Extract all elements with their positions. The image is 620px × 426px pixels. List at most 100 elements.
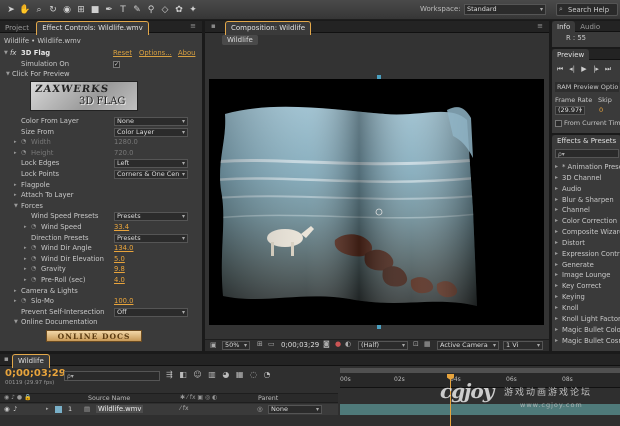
- parent-pickwhip-icon[interactable]: ◎: [257, 405, 263, 413]
- expand-triangle-icon[interactable]: ▼: [6, 69, 10, 80]
- frame-rate-select[interactable]: (29.97): [555, 106, 585, 115]
- stopwatch-icon[interactable]: ◔: [31, 275, 36, 286]
- slo-mo-value[interactable]: 100.0: [114, 296, 133, 307]
- fx-badge-icon[interactable]: fx: [10, 48, 16, 59]
- composition-viewer[interactable]: [209, 75, 544, 329]
- tab-effect-controls[interactable]: Effect Controls: Wildlife.wmv: [36, 21, 149, 35]
- audio-speaker-icon[interactable]: ♪: [13, 405, 17, 413]
- tab-effects-presets[interactable]: Effects & Presets: [552, 135, 620, 148]
- effects-category-item[interactable]: Image Lounge: [552, 270, 620, 281]
- effects-category-item[interactable]: 3D Channel: [552, 173, 620, 184]
- stopwatch-icon[interactable]: ◔: [31, 222, 36, 233]
- safe-margins-icon[interactable]: ⊞: [257, 340, 263, 348]
- camera-select[interactable]: Active Camera: [437, 341, 499, 350]
- comp-timecode[interactable]: 0;00;03;29: [281, 341, 319, 349]
- zaxwerks-logo[interactable]: ZAXWERKS 3D FLAG: [30, 81, 138, 111]
- wind-dir-angle-value[interactable]: 134.0: [114, 243, 133, 254]
- tab-timeline-wildlife[interactable]: Wildlife: [12, 354, 50, 368]
- views-select[interactable]: 1 Vi: [503, 341, 543, 350]
- ram-preview-options[interactable]: RAM Preview Optio: [555, 82, 619, 92]
- expand-triangle-icon[interactable]: ▸: [14, 286, 17, 297]
- region-icon[interactable]: ▭: [268, 340, 275, 348]
- clone-tool-icon[interactable]: ⚲: [145, 3, 157, 17]
- camera-tool-icon[interactable]: ◉: [61, 3, 73, 17]
- stopwatch-icon[interactable]: ◔: [21, 296, 26, 307]
- gravity-value[interactable]: 9.8: [114, 264, 125, 275]
- effects-category-item[interactable]: Generate: [552, 260, 620, 271]
- tab-project[interactable]: Project: [0, 22, 34, 35]
- text-tool-icon[interactable]: T: [117, 3, 129, 17]
- auto-keyframe-icon[interactable]: ◌: [250, 370, 257, 379]
- effects-category-item[interactable]: Composite Wizard: [552, 227, 620, 238]
- viewer-top-handle[interactable]: [377, 75, 381, 79]
- rectangle-tool-icon[interactable]: ■: [89, 3, 101, 17]
- effects-category-item[interactable]: Channel: [552, 205, 620, 216]
- zoom-select[interactable]: 50%: [222, 341, 250, 350]
- effects-category-item[interactable]: Knoll Light Factory: [552, 314, 620, 325]
- comp-lock-icon[interactable]: ▪: [211, 22, 216, 30]
- layer-switches-icon[interactable]: ⁄ fx: [180, 405, 189, 412]
- wind-speed-value[interactable]: 33.4: [114, 222, 129, 233]
- work-area-bar[interactable]: [340, 368, 620, 373]
- expand-triangle-icon[interactable]: ▼: [14, 201, 18, 212]
- expand-triangle-icon[interactable]: ▸: [14, 296, 17, 307]
- expand-triangle-icon[interactable]: ▸: [24, 264, 27, 275]
- prevent-self-intersection-select[interactable]: Off: [114, 307, 188, 317]
- tab-info[interactable]: Info: [552, 21, 576, 34]
- layer-name[interactable]: Wildlife.wmv: [96, 405, 144, 413]
- size-from-select[interactable]: Color Layer: [114, 127, 188, 137]
- camera-lights-row[interactable]: ▸ Camera & Lights: [0, 286, 202, 297]
- effects-category-item[interactable]: Audio: [552, 184, 620, 195]
- pen-tool-icon[interactable]: ✒: [103, 3, 115, 17]
- color-channel-icon[interactable]: ◐: [345, 340, 351, 348]
- flagpole-row[interactable]: ▸ Flagpole: [0, 180, 202, 191]
- expand-triangle-icon[interactable]: ▸: [24, 243, 27, 254]
- layer-label-color[interactable]: [55, 406, 62, 413]
- effects-category-item[interactable]: Key Correct: [552, 281, 620, 292]
- online-docs-button[interactable]: ONLINE DOCS: [46, 330, 142, 342]
- effects-category-item[interactable]: Magic Bullet Cosm: [552, 336, 620, 347]
- motion-blur-icon[interactable]: ◕: [222, 370, 229, 379]
- wind-dir-elevation-value[interactable]: 5.0: [114, 254, 125, 265]
- brainstorm-icon[interactable]: ▦: [236, 370, 244, 379]
- timeline-search-field[interactable]: ρ▾: [64, 371, 160, 381]
- effects-category-item[interactable]: Keying: [552, 292, 620, 303]
- frame-blending-icon[interactable]: ▥: [208, 370, 216, 379]
- tab-composition[interactable]: Composition: Wildlife: [225, 21, 312, 35]
- timeline-ruler[interactable]: 00s 02s 04s 06s 08s: [340, 368, 620, 388]
- color-from-layer-select[interactable]: None: [114, 117, 188, 126]
- current-time-indicator[interactable]: [447, 374, 454, 426]
- draft-3d-icon[interactable]: ◧: [179, 370, 187, 379]
- transparency-grid-icon[interactable]: ▦: [424, 340, 431, 348]
- stopwatch-icon[interactable]: ◔: [31, 254, 36, 265]
- from-current-checkbox[interactable]: [555, 120, 562, 127]
- direction-presets-select[interactable]: Presets: [114, 233, 188, 243]
- effects-category-item[interactable]: Magic Bullet Colori: [552, 325, 620, 336]
- effects-category-item[interactable]: Distort: [552, 238, 620, 249]
- online-documentation-row[interactable]: ▼ Online Documentation: [0, 317, 202, 328]
- brush-tool-icon[interactable]: ✎: [131, 3, 143, 17]
- col-source-name[interactable]: Source Name: [88, 395, 130, 402]
- skip-value[interactable]: 0: [599, 106, 603, 114]
- rotate-tool-icon[interactable]: ↻: [47, 3, 59, 17]
- timeline-close-icon[interactable]: ▪: [4, 355, 9, 363]
- next-frame-icon[interactable]: |▸: [590, 64, 602, 74]
- parent-select[interactable]: None: [268, 405, 322, 414]
- visibility-eye-icon[interactable]: ◉: [4, 405, 10, 413]
- stopwatch-icon[interactable]: ◔: [31, 264, 36, 275]
- first-frame-icon[interactable]: ⏮: [554, 64, 566, 74]
- tab-preview[interactable]: Preview: [552, 49, 590, 62]
- lock-points-select[interactable]: Corners & One Cen: [114, 170, 188, 179]
- panel-menu-icon[interactable]: ≡: [190, 22, 196, 30]
- expand-triangle-icon[interactable]: ▸: [14, 180, 17, 191]
- expand-triangle-icon[interactable]: ▸: [24, 222, 27, 233]
- options-link[interactable]: Options...: [139, 48, 172, 59]
- panel-menu-icon[interactable]: ≡: [537, 22, 543, 30]
- pan-behind-tool-icon[interactable]: ⊞: [75, 3, 87, 17]
- effects-search-field[interactable]: ρ▾: [555, 149, 619, 158]
- tab-audio[interactable]: Audio: [575, 21, 605, 34]
- hand-tool-icon[interactable]: ✋: [19, 3, 31, 17]
- expand-triangle-icon[interactable]: ▸: [24, 254, 27, 265]
- wind-speed-presets-select[interactable]: Presets: [114, 212, 188, 222]
- expand-triangle-icon[interactable]: ▸: [14, 190, 17, 201]
